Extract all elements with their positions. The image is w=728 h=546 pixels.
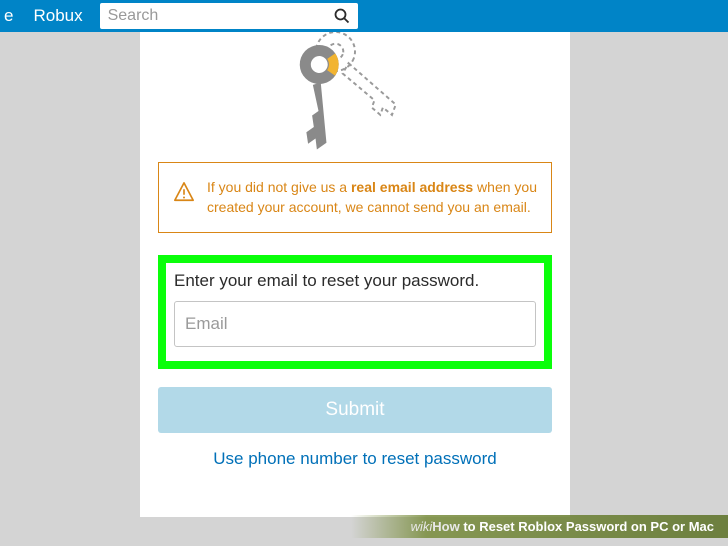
wikihow-title: to Reset Roblox Password on PC or Mac <box>460 519 714 534</box>
nav-item-partial[interactable]: e <box>0 6 21 26</box>
top-nav: e Robux <box>0 0 728 32</box>
email-field[interactable] <box>174 301 536 347</box>
alert-box: If you did not give us a real email addr… <box>158 162 552 233</box>
search-icon[interactable] <box>326 8 358 24</box>
submit-button[interactable]: Submit <box>158 387 552 433</box>
reset-password-card: If you did not give us a real email addr… <box>140 32 570 517</box>
use-phone-link[interactable]: Use phone number to reset password <box>158 449 552 469</box>
email-prompt-label: Enter your email to reset your password. <box>174 271 536 291</box>
highlight-box: Enter your email to reset your password. <box>158 255 552 369</box>
wikihow-attribution: wikiHow to Reset Roblox Password on PC o… <box>351 515 728 538</box>
alert-text: If you did not give us a real email addr… <box>207 177 537 218</box>
wikihow-logo: wikiHow <box>411 519 460 534</box>
warning-icon <box>173 181 195 208</box>
search-input[interactable] <box>100 7 326 25</box>
search-container <box>100 3 358 29</box>
key-illustration <box>158 32 552 162</box>
nav-robux[interactable]: Robux <box>21 6 94 26</box>
